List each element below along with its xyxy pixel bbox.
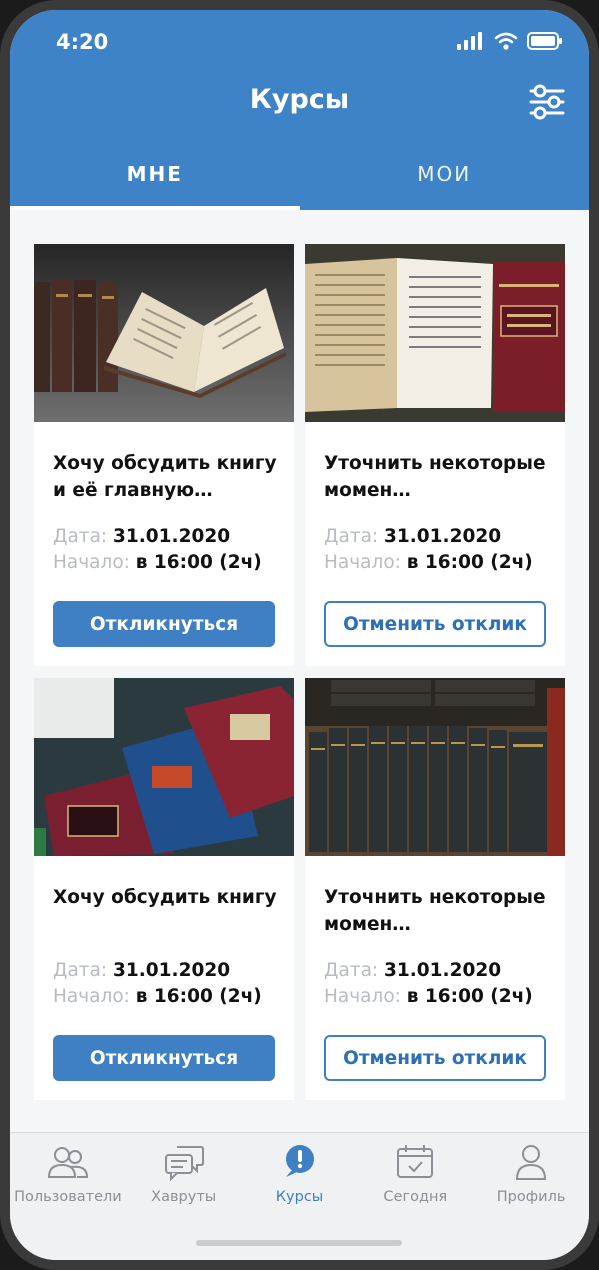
start-label: Начало:	[53, 552, 130, 573]
course-title: Уточнить некоторые момен…	[324, 453, 546, 501]
wifi-icon	[494, 32, 518, 50]
course-card[interactable]: Уточнить некоторые момен… Дата: 31.01.20…	[305, 244, 565, 666]
date-value: 31.01.2020	[384, 960, 502, 981]
nav-users[interactable]: Пользователи	[10, 1133, 126, 1260]
course-grid: Хочу обсудить книгу и её главную… Дата: …	[34, 244, 565, 1100]
cancel-response-button[interactable]: Отменить отклик	[324, 1035, 546, 1081]
start-value: в 16:00 (2ч)	[406, 552, 533, 573]
nav-label: Профиль	[496, 1189, 566, 1205]
date-value: 31.01.2020	[384, 526, 502, 547]
cancel-response-button[interactable]: Отменить отклик	[324, 601, 546, 647]
page-title: Курсы	[249, 84, 350, 115]
courses-alert-icon	[286, 1145, 315, 1177]
start-value: в 16:00 (2ч)	[135, 986, 262, 1007]
course-title: Уточнить некоторые момен…	[324, 887, 546, 935]
tab-bar: МНЕ МОИ	[10, 150, 589, 210]
nav-profile[interactable]: Профиль	[473, 1133, 589, 1260]
start-label: Начало:	[324, 552, 401, 573]
respond-button[interactable]: Откликнуться	[53, 1035, 275, 1081]
signal-icon	[457, 32, 482, 50]
tab-mne[interactable]: МНЕ	[10, 150, 300, 210]
chat-bubbles-icon	[164, 1146, 204, 1182]
users-icon	[47, 1147, 88, 1178]
course-title: Хочу обсудить книгу и её главную…	[53, 453, 277, 501]
home-indicator[interactable]	[196, 1240, 402, 1246]
course-date: Дата: 31.01.2020	[324, 526, 501, 547]
start-value: в 16:00 (2ч)	[406, 986, 533, 1007]
battery-icon	[527, 32, 562, 50]
status-time: 4:20	[56, 30, 109, 54]
calendar-check-icon	[397, 1145, 434, 1178]
date-label: Дата:	[53, 526, 108, 547]
course-start: Начало: в 16:00 (2ч)	[53, 986, 262, 1007]
course-date: Дата: 31.01.2020	[324, 960, 501, 981]
nav-label: Пользователи	[14, 1189, 122, 1205]
app-header: 4:20 Курсы МНЕ МОИ	[10, 10, 589, 210]
nav-label: Хавруты	[151, 1189, 217, 1205]
course-date: Дата: 31.01.2020	[53, 526, 230, 547]
tab-moi[interactable]: МОИ	[300, 150, 590, 210]
course-start: Начало: в 16:00 (2ч)	[53, 552, 262, 573]
course-start: Начало: в 16:00 (2ч)	[324, 986, 533, 1007]
course-image	[305, 678, 565, 856]
course-image	[34, 678, 294, 856]
course-image	[305, 244, 565, 422]
status-icons	[457, 32, 563, 50]
device-frame: 4:20 Курсы МНЕ МОИ Хочу обсудить книгу и…	[0, 0, 599, 1270]
course-card[interactable]: Уточнить некоторые момен… Дата: 31.01.20…	[305, 678, 565, 1100]
course-card[interactable]: Хочу обсудить книгу и её главную… Дата: …	[34, 244, 294, 666]
filter-button[interactable]	[527, 82, 567, 122]
nav-label: Сегодня	[383, 1189, 448, 1205]
profile-icon	[516, 1145, 547, 1180]
start-label: Начало:	[53, 986, 130, 1007]
date-label: Дата:	[324, 960, 379, 981]
start-value: в 16:00 (2ч)	[135, 552, 262, 573]
date-value: 31.01.2020	[113, 960, 231, 981]
nav-label: Курсы	[275, 1189, 324, 1205]
respond-button[interactable]: Откликнуться	[53, 601, 275, 647]
course-card[interactable]: Хочу обсудить книгу Дата: 31.01.2020 Нач…	[34, 678, 294, 1100]
date-label: Дата:	[53, 960, 108, 981]
start-label: Начало:	[324, 986, 401, 1007]
date-label: Дата:	[324, 526, 379, 547]
filter-sliders-icon	[529, 84, 565, 120]
course-title: Хочу обсудить книгу	[53, 887, 277, 908]
course-date: Дата: 31.01.2020	[53, 960, 230, 981]
course-start: Начало: в 16:00 (2ч)	[324, 552, 533, 573]
date-value: 31.01.2020	[113, 526, 231, 547]
app-screen: 4:20 Курсы МНЕ МОИ Хочу обсудить книгу и…	[10, 10, 589, 1260]
course-image	[34, 244, 294, 422]
